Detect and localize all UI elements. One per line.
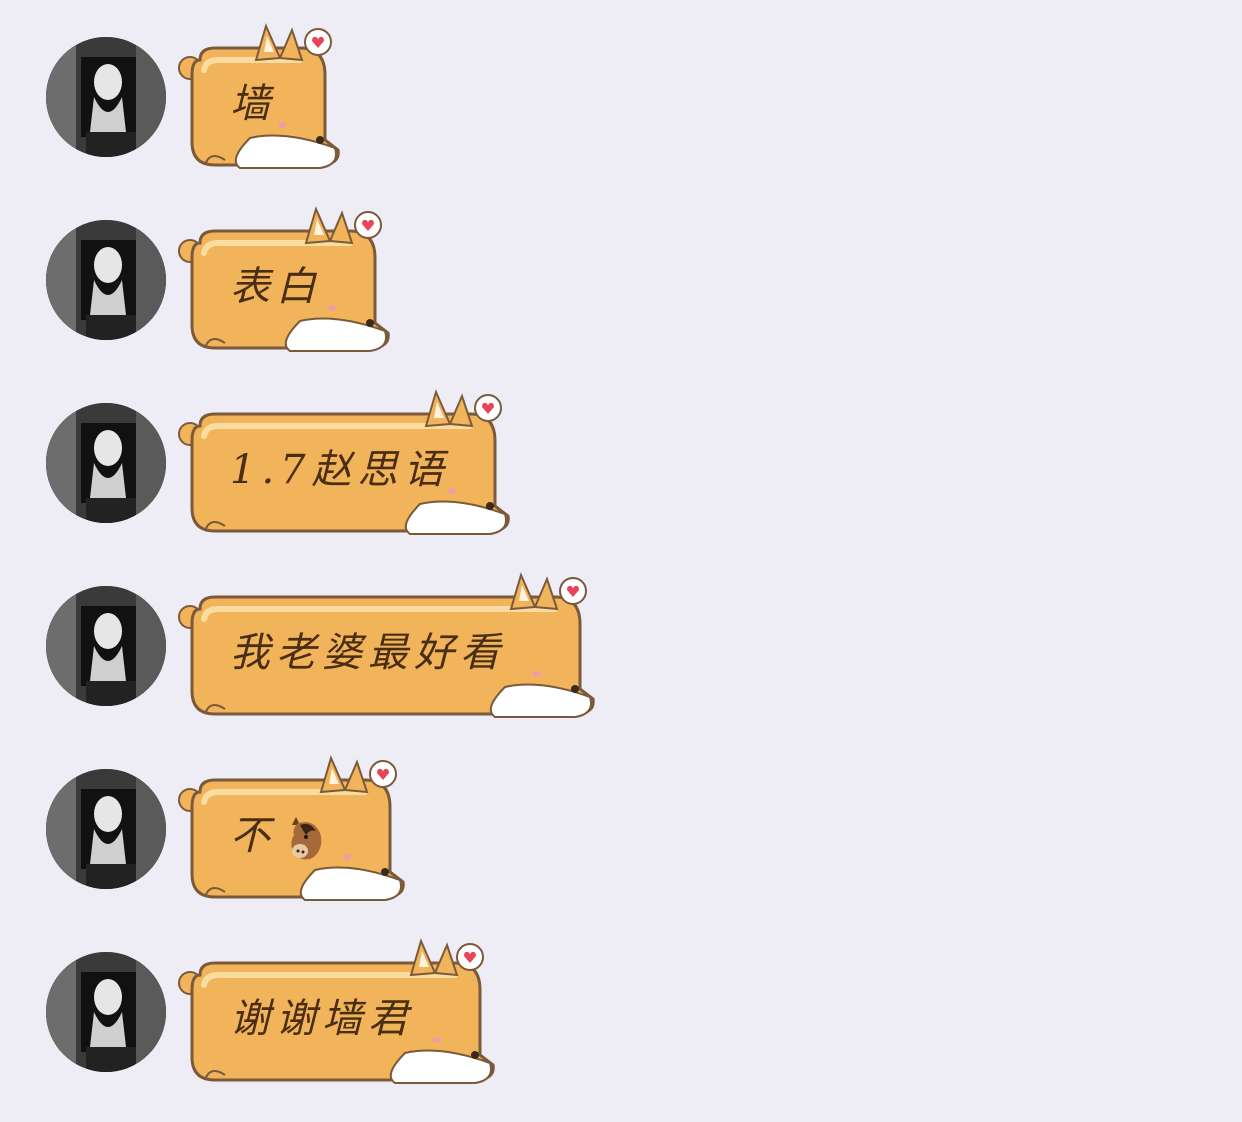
message-row: 1.7赵思语 [0, 386, 1242, 556]
message-text: 不 [230, 812, 328, 863]
message-row: 谢谢墙君 [0, 935, 1242, 1105]
message-row: 我老婆最好看 [0, 569, 1242, 739]
message-row: 墙 [0, 20, 1242, 190]
message-row: 不 [0, 752, 1242, 922]
chat-thread: 墙 表白 1.7赵思语 我老婆最好看 不 谢谢墙君 [0, 0, 1242, 1122]
message-text: 1.7赵思语 [230, 447, 450, 493]
message-text: 墙 [230, 81, 276, 127]
message-text-content: 不 [230, 813, 276, 859]
corgi-bubble-icon [178, 206, 390, 352]
heart-speech-icon [456, 943, 484, 971]
corgi-bubble-icon [178, 23, 340, 169]
message-text: 表白 [230, 264, 322, 310]
heart-speech-icon [369, 760, 397, 788]
message-text: 我老婆最好看 [230, 630, 506, 676]
heart-speech-icon [354, 211, 382, 239]
horse-face-icon [291, 817, 322, 860]
corgi-bubble-icon [178, 755, 405, 901]
heart-speech-icon [474, 394, 502, 422]
message-text: 谢谢墙君 [230, 996, 414, 1042]
heart-speech-icon [304, 28, 332, 56]
message-row: 表白 [0, 203, 1242, 373]
heart-speech-icon [559, 577, 587, 605]
